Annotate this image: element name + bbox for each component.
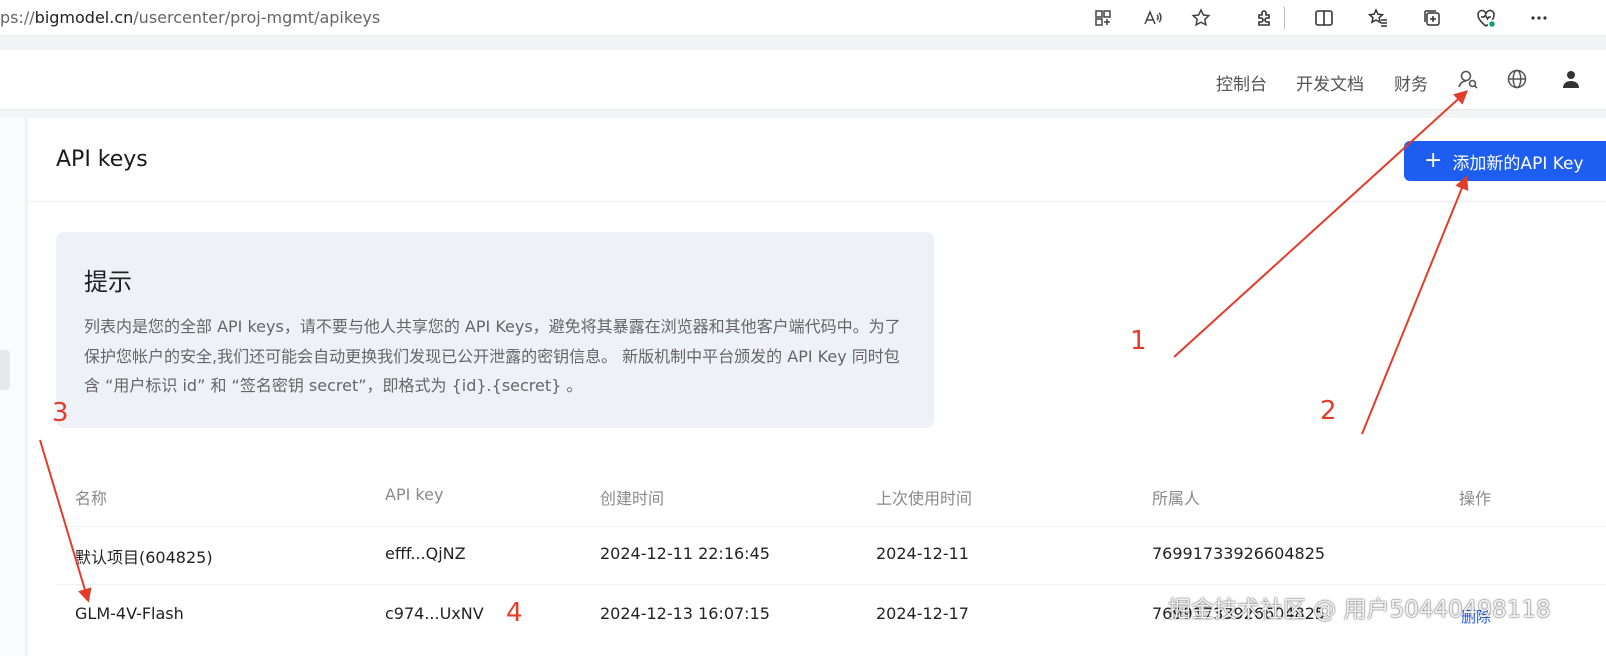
- col-header-owner: 所属人: [1152, 489, 1201, 508]
- col-header-actions: 操作: [1459, 489, 1492, 508]
- browser-content-gap: [0, 36, 1606, 50]
- url-prefix: ps://: [0, 8, 35, 27]
- address-bar[interactable]: ps://bigmodel.cn/usercenter/proj-mgmt/ap…: [0, 8, 380, 27]
- nav-dev-docs[interactable]: 开发文档: [1296, 70, 1364, 95]
- annotation-label-3: 3: [52, 398, 69, 428]
- tip-title: 提示: [84, 268, 132, 296]
- cell-owner: 76991733926604825: [1152, 544, 1326, 563]
- card-header: API keys + 添加新的API Key: [28, 118, 1606, 202]
- read-aloud-icon[interactable]: [1140, 6, 1164, 30]
- annotation-label-2: 2: [1320, 396, 1337, 426]
- url-host: bigmodel.cn: [34, 8, 134, 27]
- page-title: API keys: [56, 147, 148, 172]
- collections-icon[interactable]: [1420, 6, 1444, 30]
- annotation-label-4: 4: [506, 598, 523, 628]
- cell-api-key: c974...UxNV: [385, 604, 484, 623]
- user-icon[interactable]: [1560, 68, 1582, 90]
- plus-icon: +: [1424, 148, 1443, 173]
- col-header-created: 创建时间: [600, 489, 665, 508]
- nav-console[interactable]: 控制台: [1216, 70, 1267, 95]
- add-api-key-label: 添加新的API Key: [1452, 153, 1584, 174]
- cell-last-used: 2024-12-11: [876, 544, 969, 563]
- cell-api-key: efff...QjNZ: [385, 544, 466, 563]
- col-header-last-used: 上次使用时间: [876, 489, 973, 508]
- site-header: 控制台 开发文档 财务: [0, 50, 1606, 110]
- sidebar-collapsed: [0, 118, 26, 656]
- tip-box: 提示 列表内是您的全部 API keys，请不要与他人共享您的 API Keys…: [56, 232, 934, 428]
- watermark: 掘金技术社区 @ 用户50440498118: [1168, 597, 1551, 623]
- col-header-name: 名称: [75, 489, 108, 508]
- annotation-label-1: 1: [1130, 326, 1147, 356]
- sidebar-toggle[interactable]: [0, 350, 10, 390]
- api-keys-card: API keys + 添加新的API Key 提示 列表内是您的全部 API k…: [28, 118, 1606, 656]
- url-path: /usercenter/proj-mgmt/apikeys: [133, 8, 381, 27]
- cell-name: 默认项目(604825): [75, 548, 213, 567]
- table-divider: [56, 526, 1606, 527]
- tip-body: 列表内是您的全部 API keys，请不要与他人共享您的 API Keys，避免…: [84, 317, 901, 395]
- cell-created: 2024-12-11 22:16:45: [600, 544, 770, 563]
- favorites-icon[interactable]: [1366, 6, 1390, 30]
- favorite-star-icon[interactable]: [1189, 6, 1213, 30]
- toolbar-separator: [1284, 7, 1285, 29]
- app-grid-icon[interactable]: [1091, 6, 1115, 30]
- split-screen-icon[interactable]: [1312, 6, 1336, 30]
- search-user-icon[interactable]: [1457, 68, 1479, 90]
- globe-icon[interactable]: [1506, 68, 1528, 90]
- table-divider: [56, 584, 1606, 585]
- add-api-key-button[interactable]: + 添加新的API Key: [1404, 141, 1606, 181]
- extensions-icon[interactable]: [1253, 6, 1277, 30]
- browser-essentials-icon[interactable]: [1474, 6, 1498, 30]
- cell-created: 2024-12-13 16:07:15: [600, 604, 770, 623]
- cell-last-used: 2024-12-17: [876, 604, 969, 623]
- nav-finance[interactable]: 财务: [1394, 70, 1428, 95]
- browser-toolbar: ps://bigmodel.cn/usercenter/proj-mgmt/ap…: [0, 0, 1606, 36]
- more-icon[interactable]: [1527, 6, 1551, 30]
- cell-name: GLM-4V-Flash: [75, 604, 184, 623]
- col-header-key: API key: [385, 485, 444, 504]
